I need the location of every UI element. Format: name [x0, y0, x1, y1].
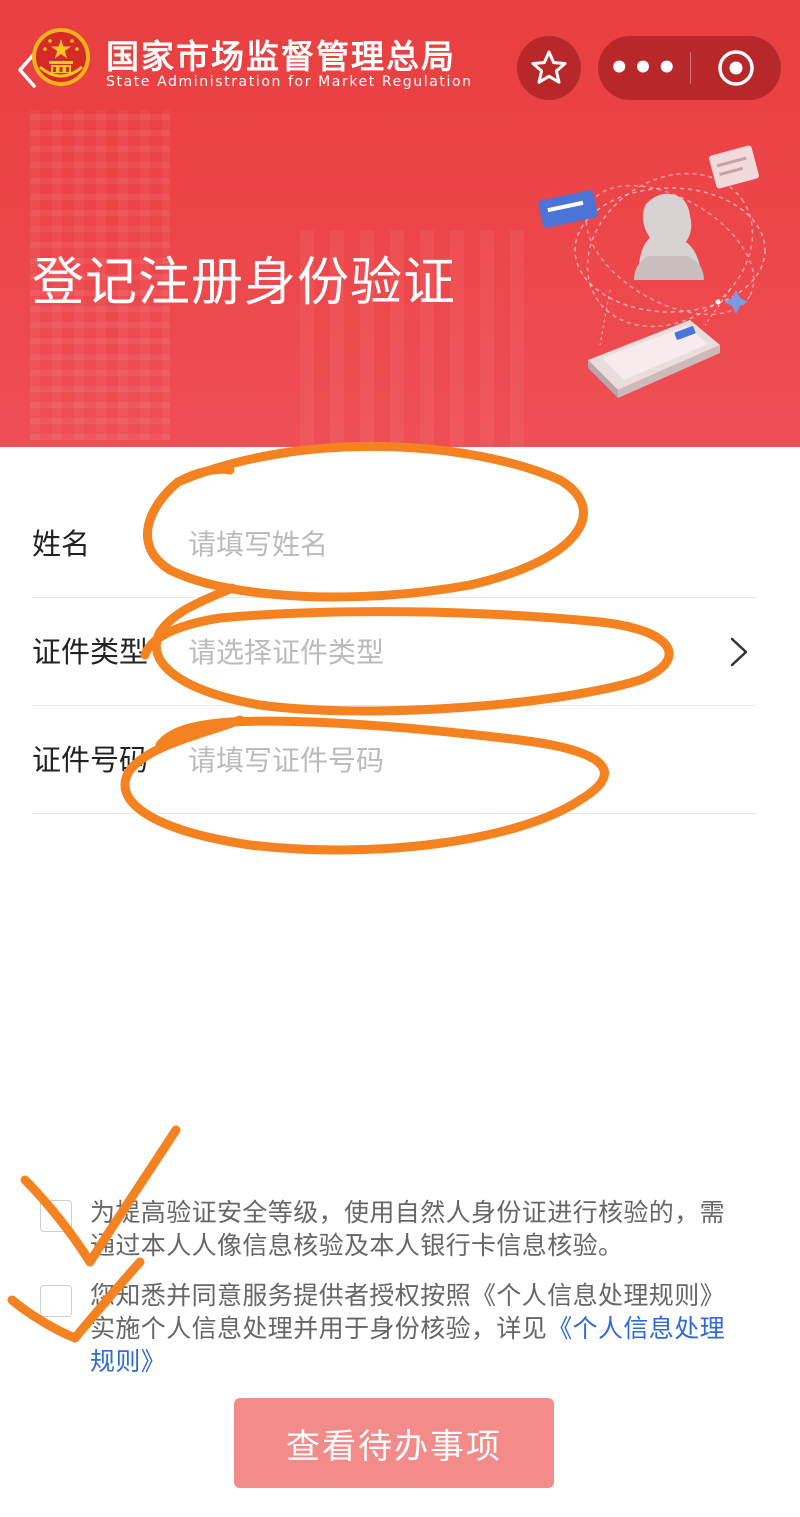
- agreement-2-checkbox[interactable]: [40, 1285, 72, 1317]
- view-pending-items-button[interactable]: 查看待办事项: [234, 1398, 554, 1488]
- id-type-row[interactable]: 证件类型: [32, 598, 756, 706]
- chevron-right-icon: [730, 637, 748, 667]
- agreement-1-text: 为提高验证安全等级，使用自然人身份证进行核验的，需通过本人人像信息核验及本人银行…: [90, 1198, 726, 1260]
- face-verification-illustration-icon: [538, 145, 766, 398]
- target-circle-icon: [718, 50, 754, 86]
- id-type-label: 证件类型: [32, 635, 149, 669]
- agreement-2-text: 您知悉并同意服务提供者授权按照《个人信息处理规则》实施个人信息处理并用于身份核验…: [90, 1279, 742, 1378]
- header-banner: 国家市场监督管理总局 State Administration for Mark…: [0, 0, 800, 447]
- id-type-select[interactable]: [188, 626, 708, 678]
- page-title: 登记注册身份验证: [32, 253, 457, 313]
- more-button[interactable]: •••: [598, 36, 690, 100]
- agency-name-cn: 国家市场监督管理总局: [106, 37, 456, 76]
- more-dots-icon: •••: [608, 48, 680, 88]
- mini-program-capsule: •••: [598, 36, 781, 100]
- national-emblem-icon: [32, 28, 90, 86]
- star-icon: [531, 50, 567, 84]
- agreement-1-checkbox[interactable]: [40, 1200, 72, 1232]
- name-row: 姓名: [32, 490, 756, 598]
- id-number-row: 证件号码: [32, 706, 756, 814]
- registration-identity-page: 国家市场监督管理总局 State Administration for Mark…: [0, 0, 800, 1517]
- agency-name-en: State Administration for Market Regulati…: [106, 74, 473, 90]
- id-number-input[interactable]: [188, 734, 708, 786]
- close-mini-program-button[interactable]: [691, 36, 781, 100]
- name-label: 姓名: [32, 527, 91, 561]
- name-input[interactable]: [188, 518, 708, 570]
- favorite-button[interactable]: [517, 36, 581, 100]
- id-number-label: 证件号码: [32, 743, 149, 777]
